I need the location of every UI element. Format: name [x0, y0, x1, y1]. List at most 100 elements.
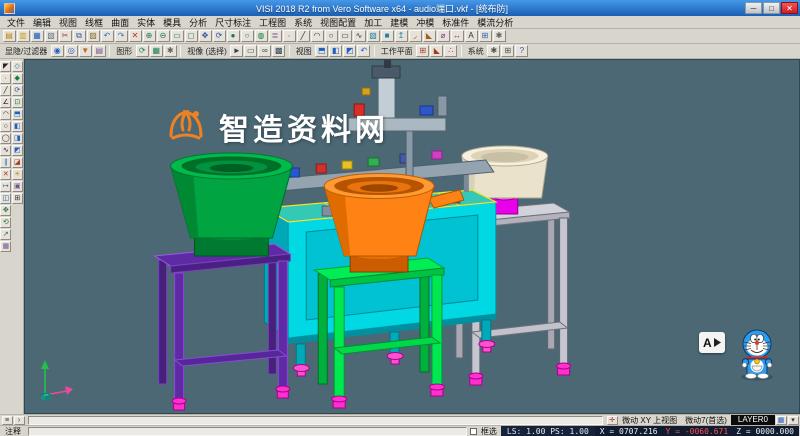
- select-icon[interactable]: ►: [230, 45, 243, 57]
- viewport-3d[interactable]: 智造资料网 A: [24, 59, 800, 414]
- view-xz-icon[interactable]: ◧: [12, 121, 23, 132]
- select-all-icon[interactable]: ▩: [272, 45, 285, 57]
- save-file-icon[interactable]: ▦: [31, 30, 44, 42]
- arc-icon[interactable]: ◠: [311, 30, 324, 42]
- extrude-icon[interactable]: ↥: [395, 30, 408, 42]
- command-prompt-icon[interactable]: ›: [14, 416, 25, 425]
- hidden-line-view-icon[interactable]: ◍: [255, 30, 268, 42]
- shaded-mode-icon[interactable]: ◆: [12, 73, 23, 84]
- command-input[interactable]: [28, 416, 603, 425]
- draw-point-icon[interactable]: ∙: [0, 73, 11, 84]
- new-file-icon[interactable]: ▤: [3, 30, 16, 42]
- zoom-window-icon[interactable]: ▭: [171, 30, 184, 42]
- options-icon[interactable]: ✱: [493, 30, 506, 42]
- menu-item-7[interactable]: 分析: [185, 16, 211, 29]
- hide-entities-icon[interactable]: ◎: [65, 45, 78, 57]
- dynamic-rotate-icon[interactable]: ⟳: [12, 85, 23, 96]
- toolbar-group-label[interactable]: 显隐/过滤器: [2, 46, 50, 57]
- redo-icon[interactable]: ↷: [115, 30, 128, 42]
- rotate-icon[interactable]: ⟲: [0, 217, 11, 228]
- offset-icon[interactable]: ∥: [0, 157, 11, 168]
- redraw-icon[interactable]: ⟳: [136, 45, 149, 57]
- open-file-icon[interactable]: ▥: [17, 30, 30, 42]
- mirror-icon[interactable]: ◫: [0, 193, 11, 204]
- nudge-mode[interactable]: 微动 XY 上视图: [618, 415, 681, 426]
- extend-icon[interactable]: ↦: [0, 181, 11, 192]
- select-window-icon[interactable]: ▭: [244, 45, 257, 57]
- zoom-in-icon[interactable]: ⊕: [143, 30, 156, 42]
- rectangle-icon[interactable]: ▭: [339, 30, 352, 42]
- draw-circle-icon[interactable]: ○: [0, 121, 11, 132]
- view-front-icon[interactable]: ◧: [329, 45, 342, 57]
- pan-icon[interactable]: ✥: [199, 30, 212, 42]
- view-top-icon[interactable]: ⬒: [315, 45, 328, 57]
- undo-icon[interactable]: ↶: [101, 30, 114, 42]
- toolbar-group-label[interactable]: 视图: [293, 46, 315, 57]
- menu-item-14[interactable]: 冲模: [412, 16, 438, 29]
- menu-item-6[interactable]: 模具: [159, 16, 185, 29]
- help-icon[interactable]: ?: [515, 45, 528, 57]
- move-icon[interactable]: ✥: [0, 205, 11, 216]
- draw-line-icon[interactable]: ╱: [0, 85, 11, 96]
- menu-item-5[interactable]: 实体: [133, 16, 159, 29]
- wireframe-mode-icon[interactable]: ◇: [12, 61, 23, 72]
- light-settings-icon[interactable]: ☀: [12, 169, 23, 180]
- point-icon[interactable]: ∙: [283, 30, 296, 42]
- draw-spline-icon[interactable]: ∿: [0, 145, 11, 156]
- menu-item-1[interactable]: 编辑: [29, 16, 55, 29]
- circle-icon[interactable]: ○: [325, 30, 338, 42]
- workplane-align-icon[interactable]: ◣: [430, 45, 443, 57]
- render-image-icon[interactable]: ▣: [12, 181, 23, 192]
- line-icon[interactable]: ╱: [297, 30, 310, 42]
- wireframe-view-icon[interactable]: ○: [241, 30, 254, 42]
- array-icon[interactable]: ▦: [0, 241, 11, 252]
- zoom-fit-icon[interactable]: ◻: [185, 30, 198, 42]
- menu-item-8[interactable]: 尺寸标注: [211, 16, 255, 29]
- view-previous-icon[interactable]: ↶: [357, 45, 370, 57]
- measure-icon[interactable]: ⌀: [437, 30, 450, 42]
- pick-mode[interactable]: 微动7(首选): [681, 415, 731, 426]
- view-orientation-icon[interactable]: A: [699, 332, 725, 353]
- zoom-out-icon[interactable]: ⊖: [157, 30, 170, 42]
- section-view-icon[interactable]: ◪: [12, 157, 23, 168]
- draw-ellipse-icon[interactable]: ◯: [0, 133, 11, 144]
- title-bar[interactable]: VISI 2018 R2 from Vero Software x64 - au…: [0, 0, 800, 16]
- snap-cross-icon[interactable]: ✛: [607, 416, 618, 425]
- layers-icon[interactable]: ≣: [269, 30, 282, 42]
- menu-item-2[interactable]: 视图: [55, 16, 81, 29]
- note-input[interactable]: [28, 427, 467, 436]
- menu-item-16[interactable]: 模流分析: [473, 16, 517, 29]
- maximize-button[interactable]: □: [763, 2, 780, 14]
- toolbar-group-label[interactable]: 系统: [465, 46, 487, 57]
- regenerate-icon[interactable]: ▦: [150, 45, 163, 57]
- menu-item-9[interactable]: 工程图: [255, 16, 290, 29]
- fullscreen-icon[interactable]: ⊞: [12, 193, 23, 204]
- system-options-icon[interactable]: ✱: [487, 45, 500, 57]
- copy-icon[interactable]: ⧉: [73, 30, 86, 42]
- workplane-3points-icon[interactable]: ∴: [444, 45, 457, 57]
- calculator-icon[interactable]: ⊞: [501, 45, 514, 57]
- cut-icon[interactable]: ✂: [59, 30, 72, 42]
- box-select-checkbox[interactable]: [470, 428, 477, 435]
- active-layer[interactable]: LAYER0: [731, 415, 775, 425]
- view-yz-icon[interactable]: ◨: [12, 133, 23, 144]
- layer-filter-icon[interactable]: ▤: [93, 45, 106, 57]
- grid-toggle-icon[interactable]: ▦: [776, 416, 787, 425]
- snap-settings-icon[interactable]: ▾: [788, 416, 799, 425]
- menu-item-0[interactable]: 文件: [3, 16, 29, 29]
- rotate-view-icon[interactable]: ⟳: [213, 30, 226, 42]
- spline-icon[interactable]: ∿: [353, 30, 366, 42]
- chamfer-icon[interactable]: ◣: [423, 30, 436, 42]
- menu-item-4[interactable]: 曲面: [107, 16, 133, 29]
- solid-icon[interactable]: ■: [381, 30, 394, 42]
- dimension-icon[interactable]: ↔: [451, 30, 464, 42]
- view-iso-icon[interactable]: ◩: [343, 45, 356, 57]
- toolbar-group-label[interactable]: 视像 (选择): [184, 46, 230, 57]
- print-icon[interactable]: ▧: [45, 30, 58, 42]
- close-button[interactable]: ✕: [781, 2, 798, 14]
- workplane-icon[interactable]: ⊞: [479, 30, 492, 42]
- menu-item-3[interactable]: 线框: [81, 16, 107, 29]
- draw-arc-icon[interactable]: ◠: [0, 109, 11, 120]
- trim-icon[interactable]: ✕: [0, 169, 11, 180]
- scale-icon[interactable]: ↗: [0, 229, 11, 240]
